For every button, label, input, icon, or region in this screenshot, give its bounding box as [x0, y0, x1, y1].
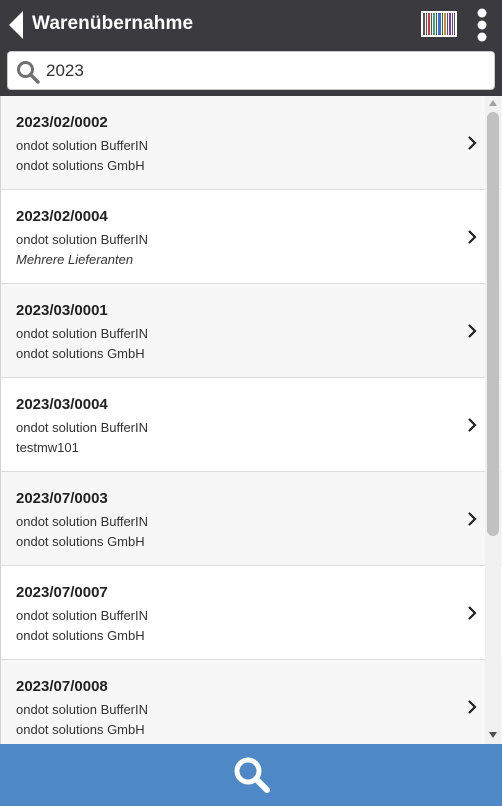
chevron-right-icon	[468, 324, 477, 338]
item-number: 2023/07/0003	[16, 490, 108, 507]
list-item[interactable]: 2023/03/0001 ondot solution BufferIN ond…	[1, 284, 502, 378]
item-supplier: ondot solutions GmbH	[16, 534, 145, 549]
back-arrow-icon[interactable]	[6, 10, 26, 40]
item-number: 2023/07/0007	[16, 584, 108, 601]
footer-search-bar[interactable]	[0, 744, 502, 806]
item-supplier: testmw101	[16, 440, 79, 455]
chevron-right-icon	[468, 230, 477, 244]
item-supplier: ondot solutions GmbH	[16, 628, 145, 643]
list-item[interactable]: 2023/02/0004 ondot solution BufferIN Meh…	[1, 190, 502, 284]
chevron-right-icon	[468, 136, 477, 150]
list-item[interactable]: 2023/07/0008 ondot solution BufferIN ond…	[1, 660, 502, 744]
search-field[interactable]	[7, 51, 495, 90]
more-vertical-icon[interactable]	[474, 8, 490, 42]
item-number: 2023/02/0004	[16, 208, 108, 225]
item-location: ondot solution BufferIN	[16, 514, 149, 529]
list-item[interactable]: 2023/07/0007 ondot solution BufferIN ond…	[1, 566, 502, 660]
search-input[interactable]	[46, 55, 486, 86]
list-item[interactable]: 2023/03/0004 ondot solution BufferIN tes…	[1, 378, 502, 472]
search-icon[interactable]	[232, 755, 272, 795]
scrollbar-thumb[interactable]	[487, 112, 499, 536]
item-supplier: Mehrere Lieferanten	[16, 252, 134, 267]
search-icon	[17, 61, 40, 84]
list-item[interactable]: 2023/02/0002 ondot solution BufferIN ond…	[1, 96, 502, 190]
item-number: 2023/07/0008	[16, 678, 108, 695]
chevron-right-icon	[468, 700, 477, 714]
item-supplier: ondot solutions GmbH	[16, 158, 145, 173]
chevron-right-icon	[468, 512, 477, 526]
chevron-right-icon	[468, 606, 477, 620]
receipt-list: 2023/02/0002 ondot solution BufferIN ond…	[0, 96, 502, 744]
scroll-down-arrow-icon[interactable]	[489, 732, 497, 738]
barcode-icon[interactable]	[421, 11, 457, 37]
list-item[interactable]: 2023/07/0003 ondot solution BufferIN ond…	[1, 472, 502, 566]
item-location: ondot solution BufferIN	[16, 420, 149, 435]
chevron-right-icon	[468, 418, 477, 432]
app-header: Warenübernahme	[0, 0, 502, 96]
scroll-up-arrow-icon[interactable]	[489, 100, 497, 106]
page-title: Warenübernahme	[32, 13, 194, 34]
item-location: ondot solution BufferIN	[16, 702, 149, 717]
item-supplier: ondot solutions GmbH	[16, 722, 145, 737]
item-location: ondot solution BufferIN	[16, 608, 149, 623]
item-number: 2023/03/0004	[16, 396, 108, 413]
scrollbar[interactable]	[485, 96, 501, 744]
item-number: 2023/02/0002	[16, 114, 108, 131]
item-number: 2023/03/0001	[16, 302, 108, 319]
item-supplier: ondot solutions GmbH	[16, 346, 145, 361]
item-location: ondot solution BufferIN	[16, 326, 149, 341]
item-location: ondot solution BufferIN	[16, 232, 149, 247]
item-location: ondot solution BufferIN	[16, 138, 149, 153]
